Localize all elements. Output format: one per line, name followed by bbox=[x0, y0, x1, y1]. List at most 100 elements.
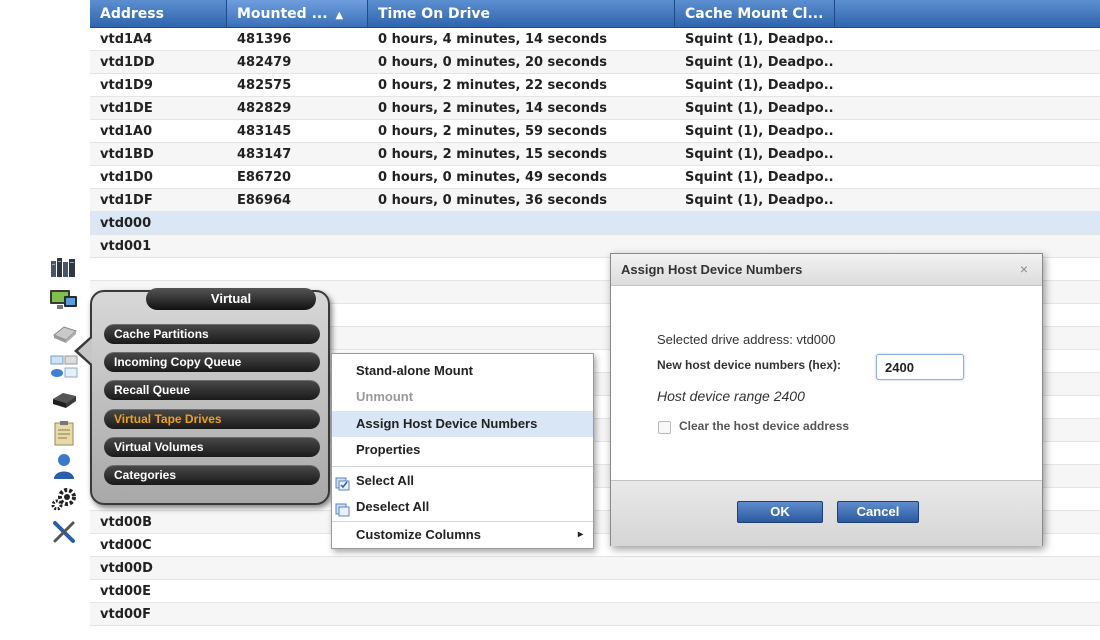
virtual-menu-item-virtual-volumes[interactable]: Virtual Volumes bbox=[104, 437, 320, 457]
cell-mounted: 482829 bbox=[237, 101, 292, 116]
cell-time-on-drive: 0 hours, 2 minutes, 14 seconds bbox=[378, 101, 608, 116]
column-header-cache-mount[interactable]: Cache Mount Cl... bbox=[675, 0, 835, 27]
cell-mounted: 481396 bbox=[237, 32, 292, 47]
cell-filler bbox=[835, 120, 1100, 142]
clipboard-icon[interactable] bbox=[48, 420, 80, 446]
deselect-all-icon bbox=[335, 500, 350, 517]
cell-mounted bbox=[227, 557, 368, 579]
user-icon[interactable] bbox=[48, 453, 80, 479]
cell-filler bbox=[835, 97, 1100, 119]
monitor-icon[interactable] bbox=[48, 288, 80, 314]
table-row[interactable]: vtd000 bbox=[90, 212, 1100, 235]
table-row[interactable]: vtd1BD 483147 0 hours, 2 minutes, 15 secon… bbox=[90, 143, 1100, 166]
column-header-address[interactable]: Address bbox=[90, 0, 227, 27]
dialog-titlebar: Assign Host Device Numbers × bbox=[611, 254, 1042, 286]
clear-host-device-label: Clear the host device address bbox=[679, 419, 850, 433]
cell-mounted: E86964 bbox=[237, 193, 292, 208]
table-row[interactable]: vtd1DF E86964 0 hours, 0 minutes, 36 secon… bbox=[90, 189, 1100, 212]
cell-time-on-drive bbox=[368, 212, 675, 234]
menu-item-assign-host-device-numbers[interactable]: Assign Host Device Numbers bbox=[332, 411, 593, 437]
cell-cache-mount bbox=[675, 580, 835, 602]
cell-address: vtd001 bbox=[100, 239, 152, 254]
column-header-label: Address bbox=[100, 6, 164, 22]
select-all-icon bbox=[335, 474, 350, 491]
cell-mounted: E86720 bbox=[237, 170, 292, 185]
menu-item-label: Select All bbox=[356, 473, 415, 488]
virtual-menu-title: Virtual bbox=[146, 288, 316, 310]
close-icon[interactable]: × bbox=[1020, 261, 1028, 277]
sort-ascending-icon: ▲ bbox=[335, 10, 344, 21]
cancel-button[interactable]: Cancel bbox=[837, 501, 919, 523]
tools-icon[interactable] bbox=[48, 519, 80, 545]
table-row[interactable]: vtd1A0 483145 0 hours, 2 minutes, 59 secon… bbox=[90, 120, 1100, 143]
menu-item-customize-columns[interactable]: Customize Columns ▸ bbox=[332, 522, 593, 548]
cell-address: vtd00F bbox=[100, 607, 151, 622]
selected-drive-address: Selected drive address: vtd000 bbox=[657, 332, 836, 347]
assign-host-device-numbers-dialog: Assign Host Device Numbers × Selected dr… bbox=[610, 253, 1043, 546]
cell-filler bbox=[835, 189, 1100, 211]
host-device-numbers-input[interactable] bbox=[876, 354, 964, 380]
cell-cache-mount: Squint (1), Deadpo... bbox=[685, 78, 835, 93]
menu-item-label: Deselect All bbox=[356, 499, 430, 514]
submenu-arrow-icon: ▸ bbox=[577, 529, 583, 540]
dialog-footer: OK Cancel bbox=[611, 480, 1042, 546]
cell-mounted: 483147 bbox=[237, 147, 292, 162]
menu-item-deselect-all[interactable]: Deselect All bbox=[332, 494, 593, 520]
tape-drive-icon[interactable] bbox=[48, 387, 80, 413]
menu-item-unmount: Unmount bbox=[356, 389, 414, 404]
table-row[interactable]: vtd1A4 481396 0 hours, 4 minutes, 14 secon… bbox=[90, 28, 1100, 51]
menu-separator bbox=[332, 466, 593, 467]
cell-filler bbox=[835, 74, 1100, 96]
cell-mounted: 482575 bbox=[237, 78, 292, 93]
cell-cache-mount bbox=[675, 557, 835, 579]
cell-mounted bbox=[227, 212, 368, 234]
settings-icon[interactable] bbox=[48, 486, 80, 512]
system-icon[interactable] bbox=[48, 255, 80, 281]
table-row[interactable]: vtd1DD 482479 0 hours, 0 minutes, 20 secon… bbox=[90, 51, 1100, 74]
cell-address: vtd00B bbox=[100, 515, 152, 530]
cell-time-on-drive: 0 hours, 0 minutes, 36 seconds bbox=[378, 193, 608, 208]
popover-pointer-fill bbox=[78, 338, 92, 364]
table-row[interactable]: vtd1D9 482575 0 hours, 2 minutes, 22 secon… bbox=[90, 74, 1100, 97]
menu-item-select-all[interactable]: Select All bbox=[332, 468, 593, 494]
cell-time-on-drive bbox=[368, 557, 675, 579]
virtual-menu-item-incoming-copy-queue[interactable]: Incoming Copy Queue bbox=[104, 352, 320, 372]
menu-item-properties[interactable]: Properties bbox=[332, 437, 593, 463]
cell-cache-mount: Squint (1), Deadpo... bbox=[685, 32, 835, 47]
virtual-menu-item-recall-queue[interactable]: Recall Queue bbox=[104, 380, 320, 400]
cell-time-on-drive: 0 hours, 2 minutes, 15 seconds bbox=[378, 147, 608, 162]
cell-filler bbox=[835, 603, 1100, 625]
column-header-time-on-drive[interactable]: Time On Drive bbox=[368, 0, 675, 27]
cell-time-on-drive: 0 hours, 0 minutes, 20 seconds bbox=[378, 55, 608, 70]
cell-cache-mount bbox=[675, 603, 835, 625]
clear-host-device-checkbox[interactable] bbox=[658, 421, 671, 434]
cell-cache-mount: Squint (1), Deadpo... bbox=[685, 193, 835, 208]
ok-button[interactable]: OK bbox=[737, 501, 823, 523]
table-row[interactable]: vtd1D0 E86720 0 hours, 0 minutes, 49 secon… bbox=[90, 166, 1100, 189]
cell-filler bbox=[835, 557, 1100, 579]
table-row[interactable]: vtd1DE 482829 0 hours, 2 minutes, 14 secon… bbox=[90, 97, 1100, 120]
cell-address: vtd1A0 bbox=[100, 124, 153, 139]
table-row[interactable]: vtd00D bbox=[90, 557, 1100, 580]
virtual-menu-item-cache-partitions[interactable]: Cache Partitions bbox=[104, 324, 320, 344]
table-row[interactable]: vtd00E bbox=[90, 580, 1100, 603]
column-header-mounted[interactable]: Mounted ... ▲ bbox=[227, 0, 368, 27]
menu-item-stand-alone-mount[interactable]: Stand-alone Mount bbox=[332, 358, 593, 384]
cell-address: vtd1DE bbox=[100, 101, 153, 116]
table-row[interactable]: vtd00F bbox=[90, 603, 1100, 626]
cell-cache-mount: Squint (1), Deadpo... bbox=[685, 101, 835, 116]
cell-filler bbox=[835, 212, 1100, 234]
column-header-label: Time On Drive bbox=[378, 6, 490, 22]
virtual-menu-item-categories[interactable]: Categories bbox=[104, 465, 320, 485]
cell-address bbox=[90, 258, 227, 280]
cell-mounted bbox=[227, 235, 368, 257]
cell-filler bbox=[835, 143, 1100, 165]
virtual-menu-popover: Virtual Cache Partitions Incoming Copy Q… bbox=[90, 288, 330, 505]
cell-mounted bbox=[227, 603, 368, 625]
cell-filler bbox=[835, 51, 1100, 73]
cell-address: vtd1BD bbox=[100, 147, 154, 162]
host-device-range: Host device range 2400 bbox=[657, 388, 805, 404]
cell-address: vtd000 bbox=[100, 216, 152, 231]
column-header-label: Cache Mount Cl... bbox=[685, 6, 824, 22]
virtual-menu-item-virtual-tape-drives[interactable]: Virtual Tape Drives bbox=[104, 409, 320, 429]
